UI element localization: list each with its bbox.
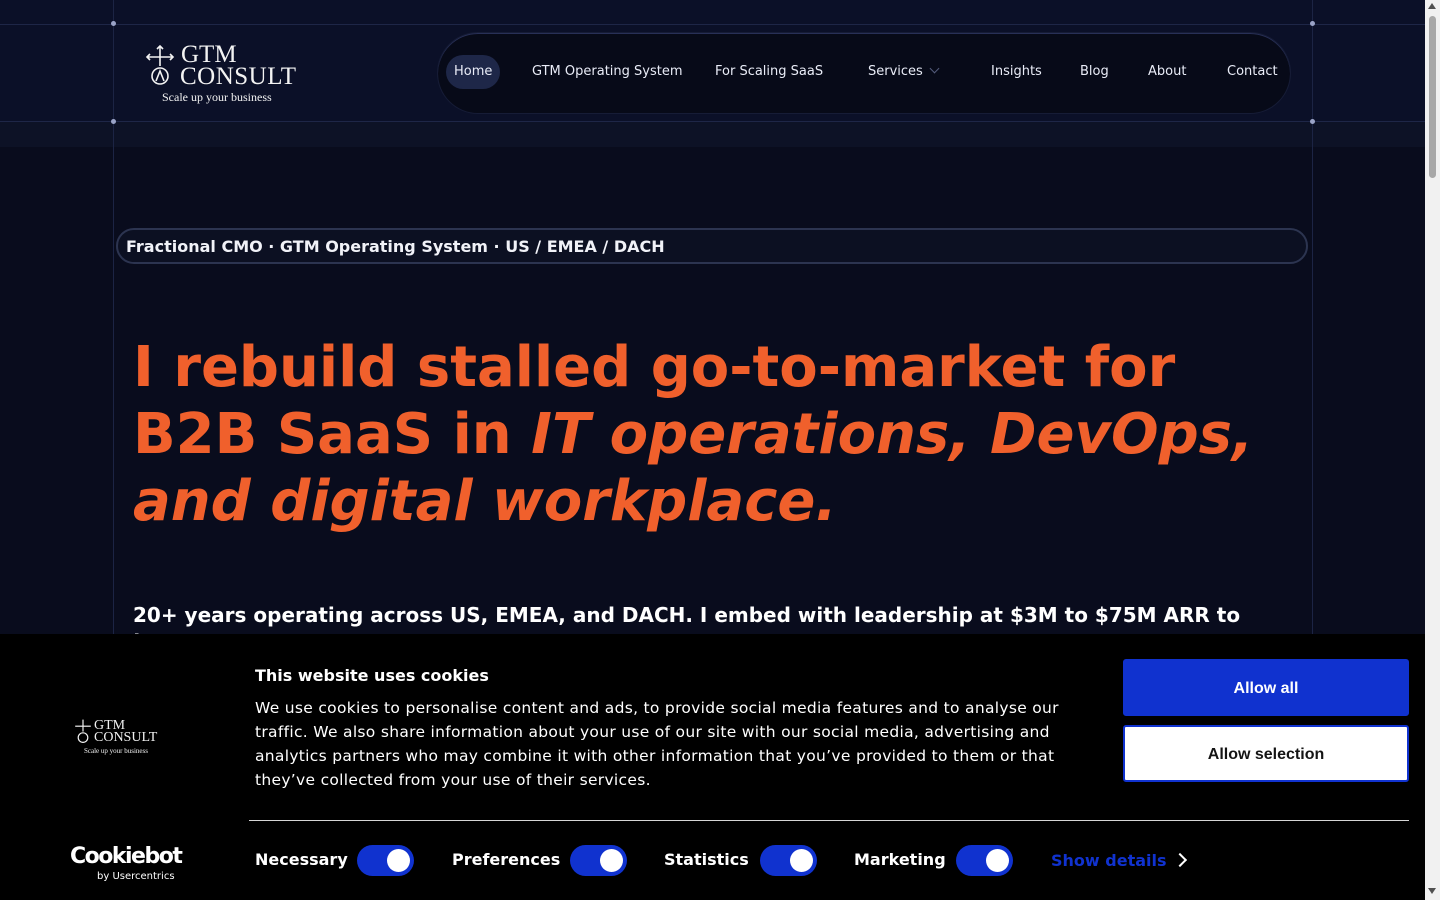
nav-home[interactable]: Home bbox=[446, 55, 501, 89]
nav-insights[interactable]: Insights bbox=[991, 55, 1042, 89]
header-sub-band bbox=[0, 122, 1425, 147]
hero-pill: Fractional CMO · GTM Operating System · … bbox=[116, 228, 1308, 264]
grid-dot bbox=[111, 119, 116, 124]
nav-gtm-operating-system[interactable]: GTM Operating System bbox=[532, 55, 683, 89]
allow-all-button[interactable]: Allow all bbox=[1123, 659, 1409, 716]
compass-logo-icon bbox=[145, 44, 175, 85]
top-strip bbox=[0, 0, 1425, 24]
cookie-description: We use cookies to personalise content an… bbox=[255, 699, 1059, 789]
page-scrollbar[interactable] bbox=[1425, 0, 1440, 900]
nav-contact[interactable]: Contact bbox=[1227, 55, 1278, 89]
chevron-down-icon bbox=[929, 63, 940, 74]
cookie-title: This website uses cookies bbox=[255, 666, 489, 685]
scroll-up-icon[interactable] bbox=[1428, 3, 1436, 9]
grid-dot bbox=[1310, 21, 1315, 26]
cookie-site-logo: GTM CONSULT Scale up your business bbox=[74, 718, 174, 758]
main-nav: Home GTM Operating System For Scaling Sa… bbox=[438, 33, 1290, 113]
page: GTM CONSULT Scale up your business Home … bbox=[0, 0, 1425, 900]
grid-dot bbox=[1310, 119, 1315, 124]
compass-logo-icon bbox=[75, 719, 91, 743]
toggle-label-statistics: Statistics bbox=[664, 850, 749, 869]
cookiebot-by: by Usercentrics bbox=[97, 871, 175, 882]
nav-for-scaling-saas[interactable]: For Scaling SaaS bbox=[715, 55, 823, 89]
nav-services[interactable]: Services bbox=[868, 55, 940, 89]
chevron-right-icon bbox=[1172, 852, 1188, 868]
cookiebot-logo[interactable]: Cookiebot by Usercentrics bbox=[70, 844, 183, 888]
cookie-divider bbox=[249, 820, 1409, 821]
toggle-marketing[interactable] bbox=[956, 845, 1013, 876]
toggle-preferences[interactable] bbox=[570, 845, 627, 876]
toggle-label-necessary: Necessary bbox=[255, 850, 348, 869]
cookie-logo-line-2: CONSULT bbox=[94, 730, 158, 745]
nav-services-label: Services bbox=[868, 64, 923, 79]
toggle-necessary[interactable] bbox=[357, 845, 414, 876]
hero-pill-text: Fractional CMO · GTM Operating System · … bbox=[126, 237, 665, 256]
toggle-statistics[interactable] bbox=[760, 845, 817, 876]
allow-selection-button[interactable]: Allow selection bbox=[1123, 725, 1409, 782]
cookiebot-name: Cookiebot bbox=[70, 844, 183, 869]
scroll-down-icon[interactable] bbox=[1428, 888, 1436, 894]
site-logo[interactable]: GTM CONSULT Scale up your business bbox=[145, 42, 305, 106]
toggle-label-preferences: Preferences bbox=[452, 850, 561, 869]
hero-headline: I rebuild stalled go-to-market for B2B S… bbox=[133, 334, 1293, 535]
nav-blog[interactable]: Blog bbox=[1080, 55, 1109, 89]
nav-about[interactable]: About bbox=[1148, 55, 1186, 89]
logo-line-2: CONSULT bbox=[180, 63, 297, 90]
show-details-link[interactable]: Show details bbox=[1051, 851, 1167, 870]
logo-tagline: Scale up your business bbox=[162, 90, 272, 104]
grid-dot bbox=[111, 21, 116, 26]
cookie-banner: GTM CONSULT Scale up your business Cooki… bbox=[0, 634, 1425, 900]
toggle-label-marketing: Marketing bbox=[854, 850, 946, 869]
scrollbar-thumb[interactable] bbox=[1429, 16, 1436, 178]
cookie-logo-tagline: Scale up your business bbox=[84, 747, 148, 755]
